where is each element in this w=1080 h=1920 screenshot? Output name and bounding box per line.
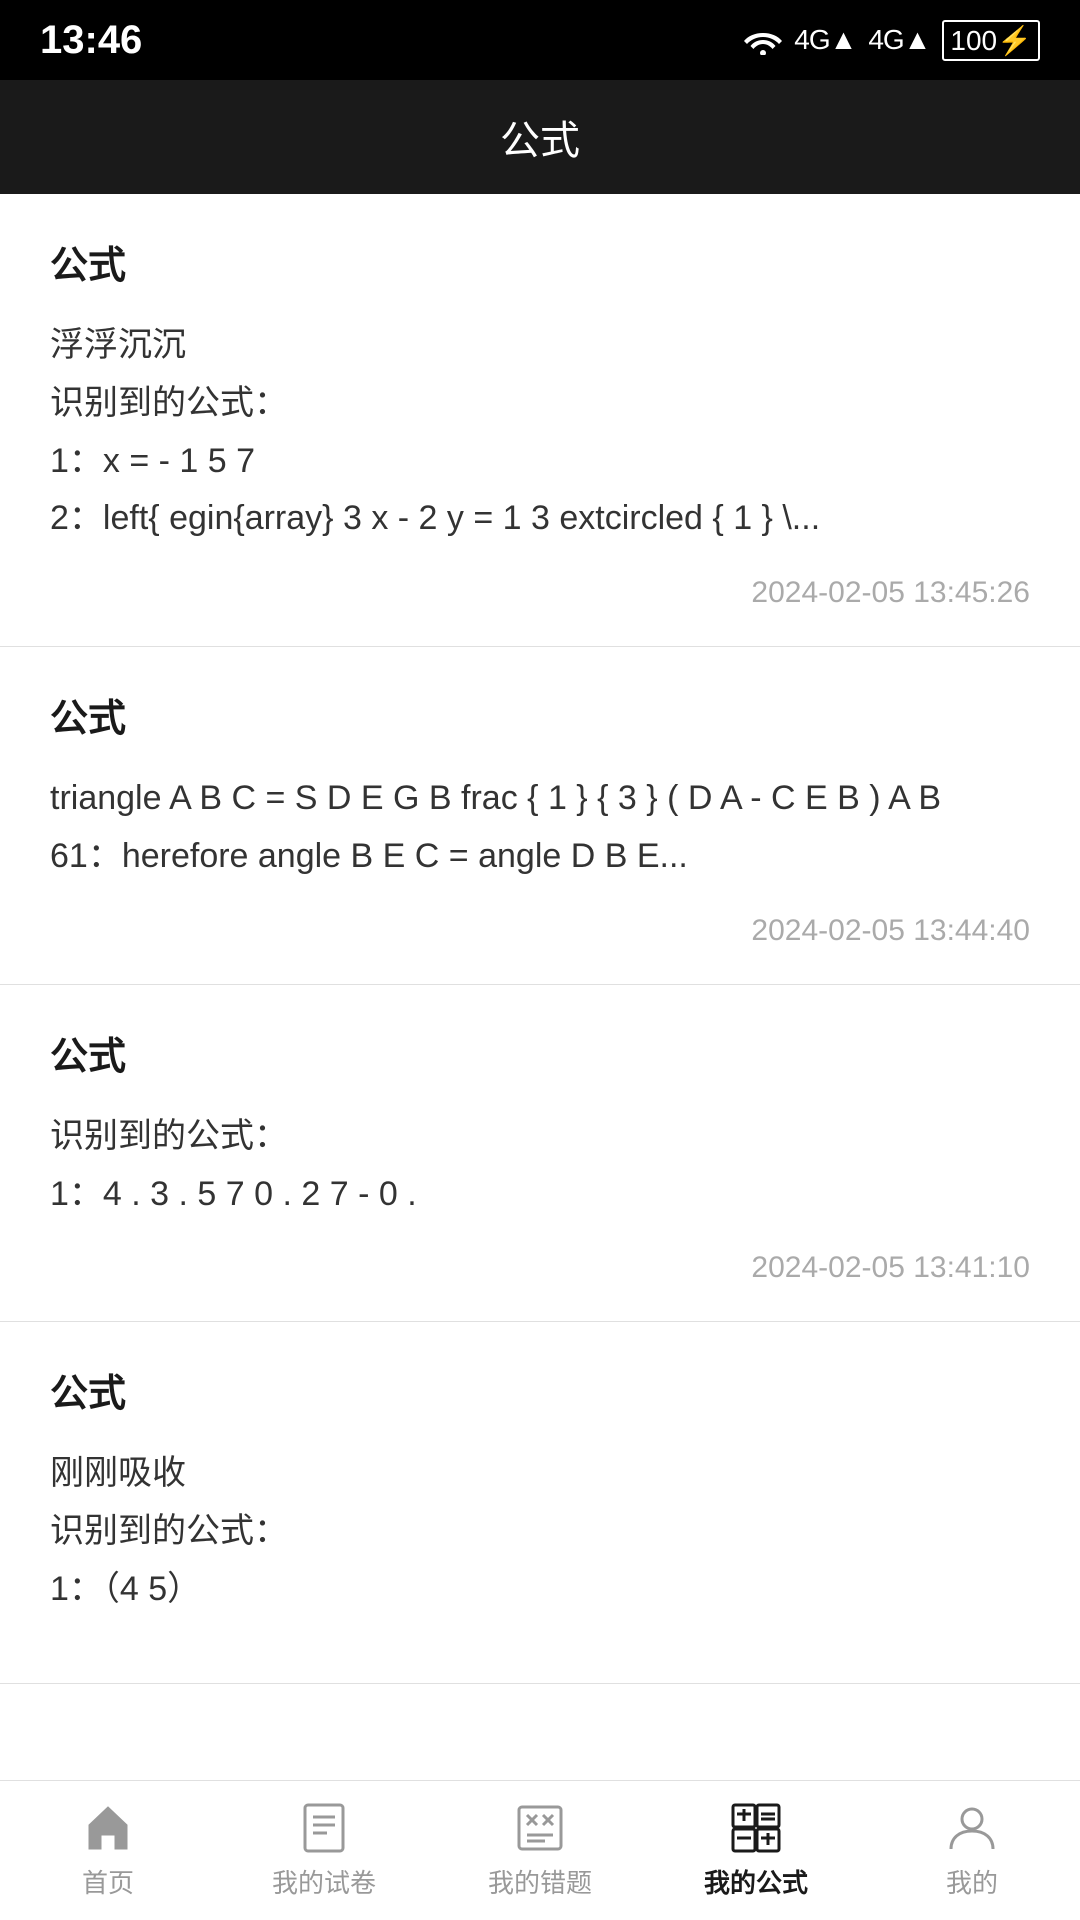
- formula-card-1[interactable]: 公式 浮浮沉沉识别到的公式：1：x = - 1 5 72：left{ egin{…: [0, 194, 1080, 647]
- page-title: 公式: [500, 119, 580, 163]
- battery-icon: 100⚡: [942, 20, 1040, 61]
- signal-4g-2-icon: 4G▲: [868, 24, 930, 56]
- formula-card-4[interactable]: 公式 刚刚吸收识别到的公式：1：（4 5）: [0, 1322, 1080, 1683]
- mine-icon: [945, 1801, 999, 1855]
- exams-icon: [297, 1801, 351, 1855]
- tab-exams-label: 我的试卷: [272, 1863, 376, 1900]
- formula-card-3[interactable]: 公式 识别到的公式：1：4 . 3 . 5 7 0 . 2 7 - 0 . 20…: [0, 985, 1080, 1323]
- errors-icon: [513, 1801, 567, 1855]
- status-icons: 4G▲ 4G▲ 100⚡: [744, 20, 1040, 61]
- card-3-body: 识别到的公式：1：4 . 3 . 5 7 0 . 2 7 - 0 .: [50, 1108, 1030, 1224]
- status-bar: 13:46 4G▲ 4G▲ 100⚡: [0, 0, 1080, 80]
- card-2-body: triangle A B C = S D E G B frac { 1 } { …: [50, 770, 1030, 886]
- card-4-title: 公式: [50, 1362, 1030, 1417]
- wifi-icon: [744, 25, 782, 55]
- card-3-timestamp: 2024-02-05 13:41:10: [50, 1251, 1030, 1285]
- tab-formulas-label: 我的公式: [704, 1863, 808, 1900]
- card-4-body: 刚刚吸收识别到的公式：1：（4 5）: [50, 1445, 1030, 1618]
- tab-exams[interactable]: 我的试卷: [216, 1781, 432, 1920]
- card-3-title: 公式: [50, 1025, 1030, 1080]
- content-area: 公式 浮浮沉沉识别到的公式：1：x = - 1 5 72：left{ egin{…: [0, 194, 1080, 1780]
- status-time: 13:46: [40, 18, 142, 63]
- tab-errors[interactable]: 我的错题: [432, 1781, 648, 1920]
- card-2-title: 公式: [50, 687, 1030, 742]
- tab-errors-label: 我的错题: [488, 1863, 592, 1900]
- tab-formulas[interactable]: 我的公式: [648, 1781, 864, 1920]
- formulas-icon: [729, 1801, 783, 1855]
- bottom-tab-bar: 首页 我的试卷 我的错题: [0, 1780, 1080, 1920]
- card-2-timestamp: 2024-02-05 13:44:40: [50, 914, 1030, 948]
- card-1-body: 浮浮沉沉识别到的公式：1：x = - 1 5 72：left{ egin{arr…: [50, 317, 1030, 548]
- home-icon: [81, 1801, 135, 1855]
- signal-4g-1-icon: 4G▲: [794, 24, 856, 56]
- formula-card-2[interactable]: 公式 triangle A B C = S D E G B frac { 1 }…: [0, 647, 1080, 985]
- tab-mine-label: 我的: [946, 1863, 998, 1900]
- tab-home-label: 首页: [82, 1863, 134, 1900]
- card-1-title: 公式: [50, 234, 1030, 289]
- tab-mine[interactable]: 我的: [864, 1781, 1080, 1920]
- card-1-timestamp: 2024-02-05 13:45:26: [50, 576, 1030, 610]
- tab-home[interactable]: 首页: [0, 1781, 216, 1920]
- top-nav-bar: 公式: [0, 80, 1080, 194]
